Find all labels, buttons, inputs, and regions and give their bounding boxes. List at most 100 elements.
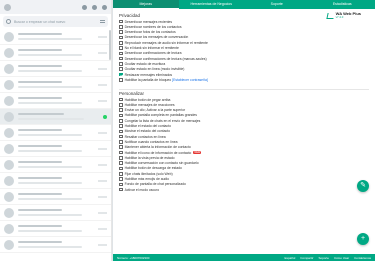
tab-bar: Mejoras Herramientas de Negocios Soporte… — [113, 0, 375, 9]
option-checkbox[interactable] — [119, 166, 123, 171]
option-checkbox[interactable] — [119, 56, 123, 61]
avatar — [4, 127, 14, 138]
list-item[interactable] — [0, 221, 111, 237]
list-item[interactable] — [0, 93, 111, 109]
footer-number: Número: +18007002300 — [117, 255, 150, 260]
tab-soporte[interactable]: Soporte — [244, 0, 310, 9]
option-checkbox[interactable] — [119, 19, 123, 24]
logo-icon — [327, 12, 334, 19]
option-checkbox[interactable] — [119, 187, 123, 192]
tab-mejoras[interactable]: Mejoras — [113, 0, 179, 9]
avatar — [4, 47, 14, 58]
unread-badge — [103, 114, 107, 119]
option-checkbox[interactable] — [119, 129, 123, 134]
avatar — [4, 95, 14, 106]
option-label: Ocultar estado en línea (modo invisible) — [124, 67, 185, 72]
chat-list-panel: Buscar o empezar un chat nuevo — [0, 0, 112, 261]
option-checkbox[interactable] — [119, 78, 123, 82]
list-item[interactable] — [0, 45, 111, 61]
option-label: Congelar la lista de chats en el envío d… — [124, 118, 201, 123]
status-icon[interactable] — [82, 4, 87, 10]
set-password-link[interactable]: [Establecer contraseña] — [172, 78, 208, 82]
option-label: Desenfocar confirmaciones de lectura (ma… — [124, 56, 207, 61]
option-checkbox[interactable] — [119, 156, 123, 160]
option-label: Fijar chats ilimitados (solo Web) — [124, 171, 173, 176]
chat-list-header — [0, 0, 111, 14]
how-to-link[interactable]: Cómo Usar — [334, 256, 349, 260]
option-checkbox[interactable] — [119, 30, 123, 34]
option-checkbox[interactable] — [119, 35, 123, 40]
option-checkbox[interactable] — [119, 51, 123, 56]
new-chat-icon[interactable] — [92, 4, 97, 10]
option-label: Habilitar el icono de información de con… — [124, 150, 192, 155]
avatar — [4, 239, 14, 250]
list-item[interactable] — [0, 205, 111, 221]
tab-herramientas[interactable]: Herramientas de Negocios — [179, 0, 245, 9]
tab-estadisticas[interactable]: Estadísticas — [310, 0, 375, 9]
language-link[interactable]: Español — [284, 256, 295, 260]
option-label: No el blank sin informar el remitente — [124, 46, 179, 51]
brand-logo: WA Web Plus v7.4.0 — [327, 12, 361, 19]
list-item[interactable] — [0, 29, 111, 45]
footer-bar: Número: +18007002300 Español Compartir S… — [113, 254, 375, 261]
option-label: Desenfocar los mensajes de conversación — [124, 35, 189, 40]
option-checkbox[interactable] — [119, 25, 123, 29]
option-checkbox[interactable] — [119, 72, 123, 77]
filter-icon[interactable] — [100, 20, 105, 23]
scrollbar[interactable] — [109, 30, 111, 60]
list-item[interactable] — [0, 237, 111, 253]
option-row[interactable]: Activar el modo oscuro — [119, 187, 159, 192]
option-checkbox[interactable] — [119, 108, 123, 112]
avatar — [4, 31, 14, 42]
option-label: Enviar un clic; Activar a la parte super… — [124, 108, 186, 113]
menu-icon[interactable] — [102, 4, 107, 10]
option-checkbox[interactable] — [119, 134, 123, 139]
list-item[interactable] — [0, 109, 111, 125]
list-item[interactable] — [0, 77, 111, 93]
option-checkbox[interactable] — [119, 103, 123, 107]
avatar[interactable] — [4, 3, 11, 11]
list-item[interactable] — [0, 61, 111, 77]
support-link[interactable]: Soporte — [318, 256, 329, 260]
list-item[interactable] — [0, 157, 111, 173]
add-icon[interactable]: + — [357, 233, 369, 245]
option-checkbox[interactable] — [119, 118, 123, 123]
avatar — [4, 79, 14, 90]
list-item[interactable] — [0, 189, 111, 205]
option-checkbox[interactable] — [119, 40, 123, 45]
list-item[interactable] — [0, 173, 111, 189]
search-icon — [6, 19, 11, 24]
avatar — [4, 63, 14, 74]
avatar — [4, 143, 14, 154]
chat-icon[interactable]: ✎ — [357, 180, 369, 192]
option-checkbox[interactable] — [119, 150, 123, 155]
option-label: Notificar cuando contactos en línea — [124, 139, 178, 144]
list-item[interactable] — [0, 141, 111, 157]
avatar — [4, 159, 14, 170]
option-checkbox[interactable] — [119, 140, 123, 144]
option-checkbox[interactable] — [119, 124, 123, 128]
option-checkbox[interactable] — [119, 177, 123, 181]
contact-link[interactable]: Contáctenos — [354, 256, 371, 260]
option-label: Habilitar botón de descarga de estado — [124, 166, 182, 171]
option-checkbox[interactable] — [119, 97, 123, 102]
option-checkbox[interactable] — [119, 145, 123, 150]
option-checkbox[interactable] — [119, 67, 123, 72]
option-checkbox[interactable] — [119, 62, 123, 66]
list-item[interactable] — [0, 125, 111, 141]
option-label: Habilitar mensajes de reacciones — [124, 102, 175, 107]
option-checkbox[interactable] — [119, 182, 123, 187]
option-checkbox[interactable] — [119, 46, 123, 50]
search-input[interactable]: Buscar o empezar un chat nuevo — [3, 16, 108, 27]
share-link[interactable]: Compartir — [300, 256, 313, 260]
option-label: Activar el modo oscuro — [124, 187, 160, 192]
option-label: Habilitar pantalla completa en pantallas… — [124, 113, 197, 118]
option-checkbox[interactable] — [119, 161, 123, 165]
avatar — [4, 207, 14, 218]
option-checkbox[interactable] — [119, 113, 123, 118]
option-row[interactable]: Habilitar la pantalla de bloqueo [Estable… — [119, 77, 208, 82]
option-label: Habilitar más emojis de audio — [124, 177, 170, 182]
option-checkbox[interactable] — [119, 171, 123, 176]
option-label: Habilitar botón de pegar arriba — [124, 97, 171, 102]
search-placeholder: Buscar o empezar un chat nuevo — [14, 19, 66, 24]
